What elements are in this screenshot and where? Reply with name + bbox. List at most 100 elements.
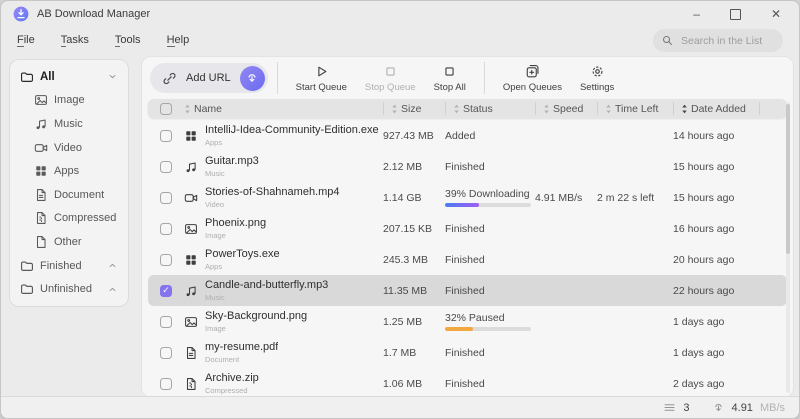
table-row[interactable]: IntelliJ-Idea-Community-Edition.exe Apps… [148, 120, 787, 151]
stop-icon [383, 64, 398, 79]
scrollbar-track[interactable] [786, 102, 790, 393]
sidebar-item-compressed[interactable]: Compressed [15, 207, 123, 231]
document-icon [184, 346, 198, 360]
table-row[interactable]: Sky-Background.png Image 1.25 MB 32% Pau… [148, 306, 787, 337]
sort-icon [391, 104, 398, 114]
sort-icon [543, 104, 550, 114]
app-logo-icon [13, 6, 29, 22]
table-row[interactable]: Phoenix.png Image 207.15 KB Finished 16 … [148, 213, 787, 244]
column-header-name[interactable]: Name [184, 102, 383, 115]
download-status: Finished [445, 377, 485, 390]
date-added: 2 days ago [673, 377, 725, 390]
scrollbar-thumb[interactable] [786, 104, 790, 254]
music-icon [184, 160, 198, 174]
folder-icon [20, 70, 34, 84]
download-speed: 4.91 MB/s [535, 191, 583, 204]
column-header-status[interactable]: Status [445, 102, 535, 115]
column-header-time-left[interactable]: Time Left [597, 102, 673, 115]
file-name: Guitar.mp3 [205, 155, 259, 168]
open-queues-button[interactable]: Open Queues [494, 62, 571, 95]
menu-item-file[interactable]: File [17, 34, 35, 47]
sidebar-item-video[interactable]: Video [15, 136, 123, 160]
global-speed-value: 4.91 [731, 401, 753, 414]
apps-icon [184, 253, 198, 267]
minimize-button[interactable]: – [693, 8, 700, 20]
row-checkbox[interactable] [160, 346, 172, 359]
titlebar: AB Download Manager – ✕ [1, 1, 799, 27]
file-category: Apps [205, 137, 223, 147]
chevron-up-icon [107, 260, 118, 271]
settings-button[interactable]: Settings [571, 62, 623, 95]
menu-item-help[interactable]: Help [166, 34, 189, 47]
row-checkbox[interactable] [160, 129, 172, 142]
sidebar-item-image[interactable]: Image [15, 89, 123, 113]
global-speed-unit: MB/s [759, 401, 785, 414]
active-list-icon[interactable] [663, 401, 676, 414]
table-row[interactable]: Guitar.mp3 Music 2.12 MB Finished 15 hou… [148, 151, 787, 182]
file-size: 245.3 MB [383, 253, 428, 266]
file-category: Document [205, 354, 240, 364]
date-added: 20 hours ago [673, 253, 735, 266]
maximize-button[interactable] [729, 8, 741, 20]
sidebar-item-unfinished[interactable]: Unfinished [15, 277, 123, 301]
file-name: Candle-and-butterfly.mp3 [205, 279, 329, 292]
toolbar-separator [483, 62, 485, 94]
app-title: AB Download Manager [37, 8, 151, 20]
row-checkbox[interactable] [160, 160, 172, 173]
sidebar-item-apps[interactable]: Apps [15, 159, 123, 183]
table-row[interactable]: PowerToys.exe Apps 245.3 MB Finished 20 … [148, 244, 787, 275]
queues-icon [525, 64, 540, 79]
download-list-panel: Add URL Start Queue Stop Queue Stop All … [141, 56, 794, 398]
stop-queue-button[interactable]: Stop Queue [356, 62, 425, 95]
select-all-checkbox[interactable] [160, 102, 172, 115]
add-url-button[interactable]: Add URL [150, 63, 268, 93]
table-row[interactable]: my-resume.pdf Document 1.7 MB Finished 1… [148, 337, 787, 368]
start-queue-button[interactable]: Start Queue [287, 62, 356, 95]
toolbar: Add URL Start Queue Stop Queue Stop All … [142, 57, 793, 99]
row-checkbox[interactable]: ✓ [160, 284, 172, 297]
column-header-spacer [759, 102, 777, 115]
sidebar-item-finished[interactable]: Finished [15, 254, 123, 278]
file-category: Video [205, 199, 225, 209]
download-list: IntelliJ-Idea-Community-Edition.exe Apps… [142, 118, 793, 397]
date-added: 1 days ago [673, 315, 725, 328]
folder-icon [20, 282, 34, 296]
row-checkbox[interactable] [160, 377, 172, 390]
row-checkbox[interactable] [160, 191, 172, 204]
sidebar-item-music[interactable]: Music [15, 112, 123, 136]
row-checkbox[interactable] [160, 253, 172, 266]
menu-item-tasks[interactable]: Tasks [60, 34, 89, 47]
time-left: 2 m 22 s left [597, 191, 655, 204]
row-checkbox[interactable] [160, 315, 172, 328]
table-row[interactable]: Archive.zip Compressed 1.06 MB Finished … [148, 368, 787, 397]
file-name: Archive.zip [205, 372, 259, 385]
row-checkbox[interactable] [160, 222, 172, 235]
date-added: 15 hours ago [673, 191, 735, 204]
global-speed-icon[interactable] [712, 401, 725, 414]
file-size: 1.14 GB [383, 191, 422, 204]
music-icon [184, 284, 198, 298]
search-icon [661, 34, 674, 47]
sidebar-item-all[interactable]: All [15, 65, 123, 89]
stop-all-button[interactable]: Stop All [425, 62, 475, 95]
search-input[interactable] [679, 33, 775, 48]
column-header-speed[interactable]: Speed [535, 102, 597, 115]
sort-icon [453, 104, 460, 114]
apps-icon [34, 164, 48, 178]
date-added: 16 hours ago [673, 222, 735, 235]
file-category: Image [205, 230, 226, 240]
column-header-size[interactable]: Size [383, 102, 445, 115]
close-button[interactable]: ✕ [771, 8, 781, 20]
table-row[interactable]: ✓ Candle-and-butterfly.mp3 Music 11.35 M… [148, 275, 787, 306]
quick-download-button[interactable] [239, 65, 265, 91]
download-status: 32% Paused [445, 312, 505, 324]
table-row[interactable]: Stories-of-Shahnameh.mp4 Video 1.14 GB 3… [148, 182, 787, 213]
column-header-date-added[interactable]: Date Added [673, 102, 759, 115]
download-status: Finished [445, 222, 485, 235]
compressed-icon [184, 377, 198, 391]
file-size: 1.25 MB [383, 315, 423, 328]
menu-item-tools[interactable]: Tools [114, 34, 141, 47]
toolbar-separator [276, 62, 278, 94]
sidebar-item-other[interactable]: Other [15, 230, 123, 254]
sidebar-item-document[interactable]: Document [15, 183, 123, 207]
